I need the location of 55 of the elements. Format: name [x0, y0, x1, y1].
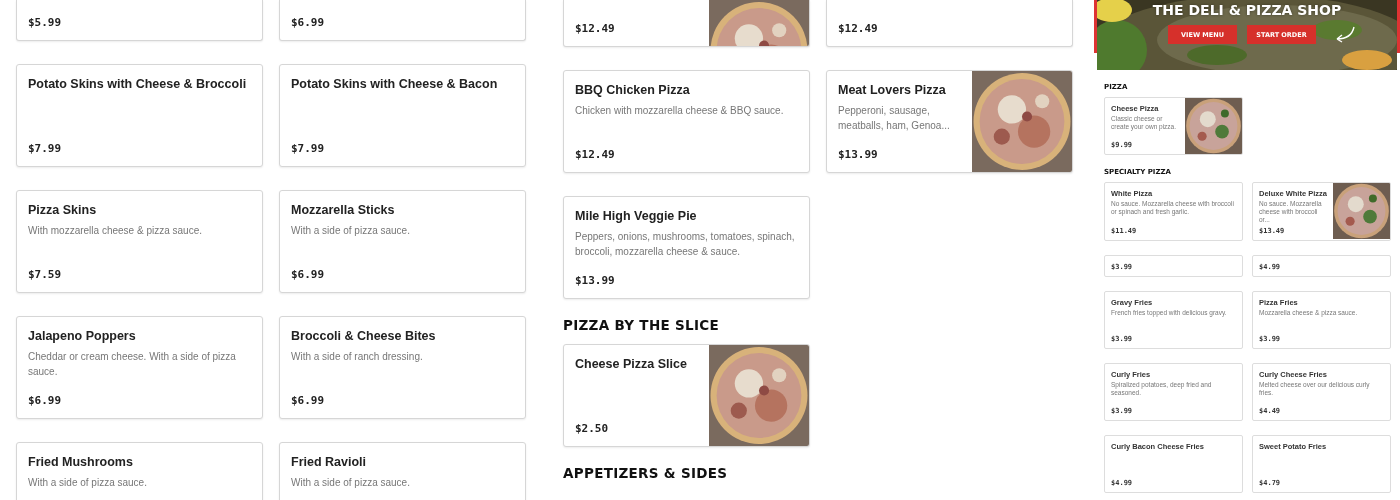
item-price: $6.99 [291, 16, 326, 29]
item-name: Fried Mushrooms [28, 455, 134, 469]
item-price: $12.49 [575, 22, 616, 35]
item-description: With a side of pizza sauce. [28, 476, 148, 490]
item-description: With mozzarella cheese & pizza sauce. [28, 224, 203, 238]
section-heading: PIZZA BY THE SLICE [563, 317, 719, 333]
item-description: With a side of ranch dressing. [291, 350, 424, 364]
menu-item-card[interactable]: Potato Skins with Cheese & Broccoli $7.99 [16, 64, 263, 167]
menu-item-card[interactable]: Jalapeno Poppers Cheddar or cream cheese. With a side of pizza sauce. $6.99 [16, 316, 263, 419]
menu-item-card[interactable]: Mozzarella Sticks With a side of pizza sauce. $6.99 [279, 190, 526, 293]
menu-item-card[interactable]: $12.49 [826, 0, 1073, 47]
item-price: $7.59 [28, 268, 63, 281]
menu-item-card[interactable]: Meat Lovers Pizza Pepperoni, sausage, meatballs, ham, Genoa... $13.99 [826, 70, 1073, 173]
item-name: Meat Lovers Pizza [838, 83, 947, 97]
item-name: Potato Skins with Cheese & Broccoli [28, 77, 248, 91]
item-name: Jalapeno Poppers [28, 329, 137, 343]
menu-item-card[interactable]: Potato Skins with Cheese & Bacon $7.99 [279, 64, 526, 167]
item-description: Peppers, onions, mushrooms, tomatoes, spinach, broccoli, mozzarella cheese & sauce. [575, 230, 796, 259]
menu-item-card[interactable]: Fried Mushrooms With a side of pizza sauce. [16, 442, 263, 500]
item-price: $13.99 [838, 148, 879, 161]
item-price: $7.99 [28, 142, 63, 155]
section-heading: APPETIZERS & SIDES [563, 465, 728, 481]
item-description: With a side of pizza sauce. [291, 224, 411, 238]
item-price: $12.49 [838, 22, 879, 35]
item-name: Broccoli & Cheese Bites [291, 329, 437, 343]
menu-item-card[interactable]: Fried Ravioli With a side of pizza sauce. [279, 442, 526, 500]
menu-item-card[interactable]: $5.99 [16, 0, 263, 41]
item-price: $6.99 [291, 394, 326, 407]
item-price: $6.99 [28, 394, 63, 407]
menu-item-card[interactable]: Cheese Pizza Slice $2.50 [563, 344, 810, 447]
item-price: $5.99 [28, 16, 63, 29]
menu-item-card[interactable]: $6.99 [279, 0, 526, 41]
item-name: Potato Skins with Cheese & Bacon [291, 77, 499, 91]
item-name: Pizza Skins [28, 203, 98, 217]
menu-item-card[interactable]: Mile High Veggie Pie Peppers, onions, mushrooms, tomatoes, spinach, broccoli, mozzarella cheese & sauce. $13.99 [563, 196, 810, 299]
item-price: $12.49 [575, 148, 616, 161]
item-name: Mile High Veggie Pie [575, 209, 698, 223]
curved-arrow-icon [1334, 25, 1356, 44]
item-name: Mozzarella Sticks [291, 203, 396, 217]
item-price: $6.99 [291, 268, 326, 281]
item-name: Cheese Pizza Slice [575, 357, 688, 371]
item-price: $7.99 [291, 142, 326, 155]
item-description: Chicken with mozzarella cheese & BBQ sauce. [575, 104, 785, 118]
menu-item-card[interactable]: BBQ Chicken Pizza Chicken with mozzarella cheese & BBQ sauce. $12.49 [563, 70, 810, 173]
item-description: With a side of pizza sauce. [291, 476, 411, 490]
item-description: Cheddar or cream cheese. With a side of pizza sauce. [28, 350, 237, 379]
shop-title: THE DELI & PIZZA SHOP [1152, 2, 1342, 18]
item-name: Fried Ravioli [291, 455, 368, 469]
item-name: BBQ Chicken Pizza [575, 83, 691, 97]
menu-item-card[interactable]: Broccoli & Cheese Bites With a side of ranch dressing. $6.99 [279, 316, 526, 419]
menu-item-card[interactable]: Pizza Skins With mozzarella cheese & pizza sauce. $7.59 [16, 190, 263, 293]
item-description: Pepperoni, sausage, meatballs, ham, Genoa... [838, 104, 951, 133]
item-price: $13.99 [575, 274, 616, 287]
menu-item-card[interactable]: $12.49 [563, 0, 810, 47]
item-price: $2.50 [575, 422, 610, 435]
